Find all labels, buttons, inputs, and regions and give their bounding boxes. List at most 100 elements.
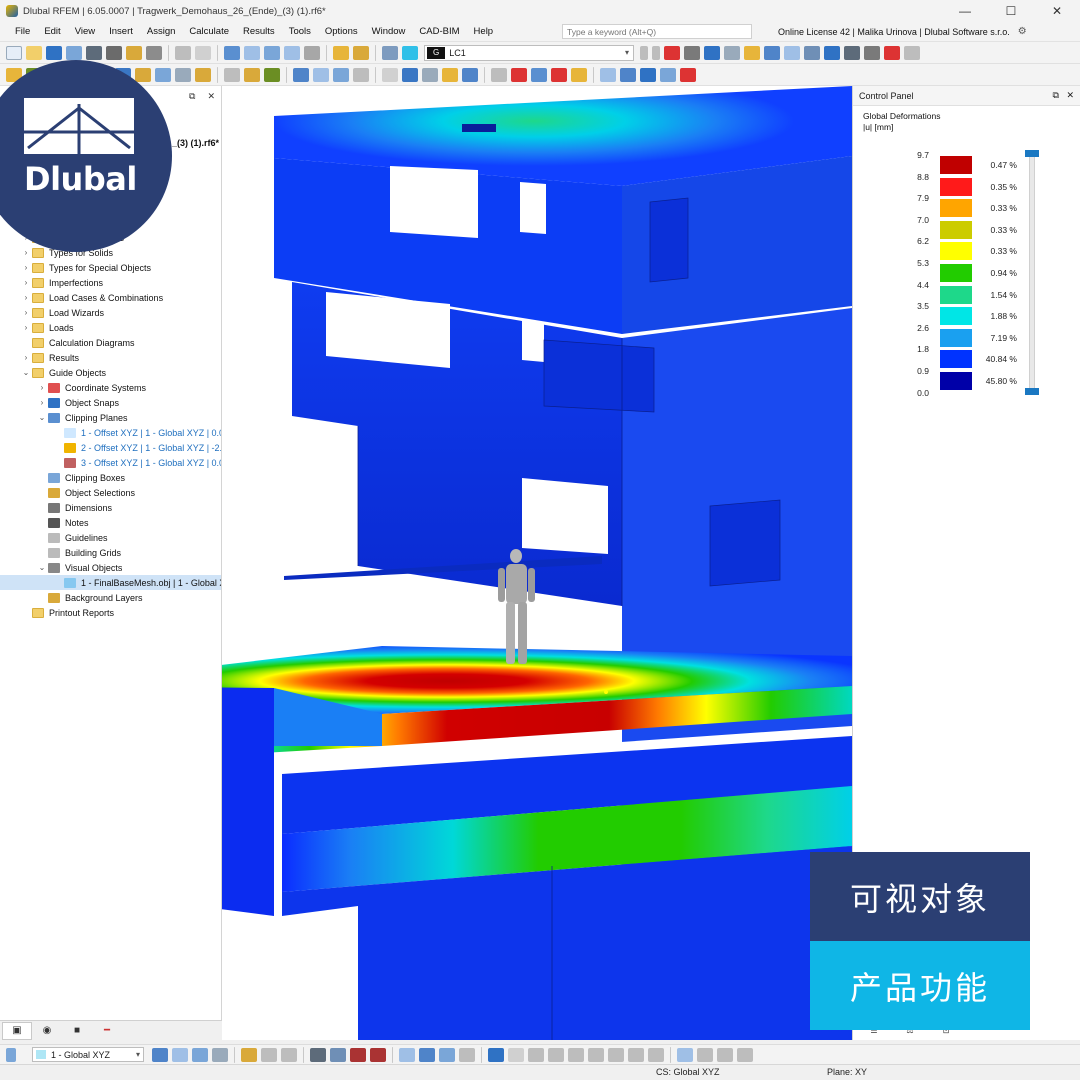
tree-item-1-offset-xyz-1-global-xyz-0-0[interactable]: 1 - Offset XYZ | 1 - Global XYZ | 0.0 [0, 425, 221, 440]
maximize-button[interactable]: ☐ [988, 0, 1034, 22]
section-icon[interactable] [353, 45, 369, 60]
tree-item-background-layers[interactable]: Background Layers [0, 590, 221, 605]
tree-item-loads[interactable]: › Loads [0, 320, 221, 335]
tab-views-icon[interactable]: ■ [62, 1022, 92, 1040]
tree-item-results[interactable]: › Results [0, 350, 221, 365]
tab-results-icon[interactable]: ━ [92, 1022, 122, 1040]
tree-item-load-wizards[interactable]: › Load Wizards [0, 305, 221, 320]
result-diagram-icon[interactable] [744, 45, 760, 60]
snap-node-icon[interactable] [172, 1047, 188, 1062]
view-top-icon[interactable] [313, 67, 329, 82]
angle-icon[interactable] [261, 1047, 277, 1062]
measure-icon[interactable] [491, 67, 507, 82]
xyz-toggle-icon[interactable] [439, 1047, 455, 1062]
result-values-icon[interactable] [684, 45, 700, 60]
arc-tool-icon[interactable] [350, 1047, 366, 1062]
close-panel-icon[interactable]: ✕ [207, 91, 215, 102]
model-icon[interactable] [66, 45, 82, 60]
note-icon[interactable] [244, 67, 260, 82]
render-icon[interactable] [333, 45, 349, 60]
workplane-icon[interactable] [6, 1047, 16, 1062]
menu-options[interactable]: Options [318, 22, 365, 42]
view-front-icon[interactable] [293, 67, 309, 82]
display-toggle-icon[interactable] [419, 1047, 435, 1062]
load-case-select[interactable]: G LC1 ▾ [424, 44, 634, 61]
results-icon[interactable] [402, 45, 418, 60]
calculator-icon[interactable] [146, 45, 162, 60]
tree-item-object-selections[interactable]: Object Selections [0, 485, 221, 500]
chevron-right-icon[interactable]: › [20, 278, 32, 287]
tree-item-clipping-boxes[interactable]: Clipping Boxes [0, 470, 221, 485]
legend-range-slider[interactable] [1029, 152, 1035, 392]
selection-icon[interactable] [864, 45, 880, 60]
grid-toggle-icon[interactable] [399, 1047, 415, 1062]
tangent-icon[interactable] [588, 1047, 604, 1062]
grid-icon[interactable] [904, 45, 920, 60]
cross-icon[interactable] [528, 1047, 544, 1062]
menu-calculate[interactable]: Calculate [182, 22, 236, 42]
tab-display-icon[interactable]: ◉ [32, 1022, 62, 1040]
table-view-icon[interactable] [224, 45, 240, 60]
deformation-icon[interactable] [704, 45, 720, 60]
polyline-tool-icon[interactable] [330, 1047, 346, 1062]
load-icon[interactable] [195, 67, 211, 82]
hinge-icon[interactable] [175, 67, 191, 82]
layout-icon[interactable] [284, 45, 300, 60]
print-icon[interactable] [106, 45, 122, 60]
open-folder-icon[interactable] [26, 45, 42, 60]
tree-item-coordinate-systems[interactable]: › Coordinate Systems [0, 380, 221, 395]
cloud-icon[interactable] [660, 67, 676, 82]
delete-icon[interactable] [884, 45, 900, 60]
tree-item-3-offset-xyz-1-global-xyz-0-0[interactable]: 3 - Offset XYZ | 1 - Global XYZ | 0.0 [0, 455, 221, 470]
coordinate-system-select[interactable]: 1 - Global XYZ ▾ [32, 1047, 144, 1062]
transparency-icon[interactable] [422, 67, 438, 82]
model-viewport[interactable] [222, 86, 852, 1040]
dlubal-center-icon[interactable] [46, 45, 62, 60]
line-tool-icon[interactable] [310, 1047, 326, 1062]
structure-icon[interactable] [640, 67, 656, 82]
undo-icon[interactable] [175, 45, 191, 60]
close-button[interactable]: ✕ [1034, 0, 1080, 22]
ortho-icon[interactable] [241, 1047, 257, 1062]
filter-icon[interactable] [764, 45, 780, 60]
show-results-icon[interactable] [664, 45, 680, 60]
snap-icon[interactable] [511, 67, 527, 82]
menu-view[interactable]: View [68, 22, 102, 42]
menu-insert[interactable]: Insert [102, 22, 140, 42]
chevron-down-icon[interactable]: ▾ [621, 48, 633, 57]
tree-item-types-for-special-objects[interactable]: › Types for Special Objects [0, 260, 221, 275]
previous-icon[interactable] [640, 45, 648, 60]
rendering-icon[interactable] [402, 67, 418, 82]
next-icon[interactable] [652, 45, 660, 60]
settings-icon[interactable] [620, 67, 636, 82]
perpendicular-icon[interactable] [608, 1047, 624, 1062]
minimize-button[interactable]: — [942, 0, 988, 22]
menu-file[interactable]: File [8, 22, 37, 42]
new-file-icon[interactable] [6, 45, 22, 60]
close-panel-icon[interactable]: ✕ [1066, 90, 1074, 100]
chevron-right-icon[interactable]: › [20, 263, 32, 272]
midpoint-icon[interactable] [628, 1047, 644, 1062]
tree-item-printout-reports[interactable]: Printout Reports [0, 605, 221, 620]
chevron-right-icon[interactable]: › [20, 293, 32, 302]
guideline-icon[interactable] [264, 67, 280, 82]
table-icon[interactable] [244, 45, 260, 60]
tree-item-load-cases-combinations[interactable]: › Load Cases & Combinations [0, 290, 221, 305]
menu-assign[interactable]: Assign [140, 22, 183, 42]
chevron-right-icon[interactable]: › [36, 383, 48, 392]
circle-icon[interactable] [548, 1047, 564, 1062]
tree-item-imperfections[interactable]: › Imperfections [0, 275, 221, 290]
tree-item-clipping-planes[interactable]: ⌄ Clipping Planes [0, 410, 221, 425]
coordinate-icon[interactable] [824, 45, 840, 60]
dimension-icon[interactable] [224, 67, 240, 82]
chevron-right-icon[interactable]: › [36, 398, 48, 407]
tab-data-icon[interactable]: ▣ [2, 1021, 32, 1040]
report-icon[interactable] [126, 45, 142, 60]
plane-icon[interactable] [737, 1047, 753, 1062]
view-icon[interactable] [804, 45, 820, 60]
target-icon[interactable] [568, 1047, 584, 1062]
magnet-icon[interactable] [488, 1047, 504, 1062]
tree-item-2-offset-xyz-1-global-xyz-2-4[interactable]: 2 - Offset XYZ | 1 - Global XYZ | -2.4 [0, 440, 221, 455]
circle-tool-icon[interactable] [370, 1047, 386, 1062]
menu-cad-bim[interactable]: CAD-BIM [412, 22, 466, 42]
